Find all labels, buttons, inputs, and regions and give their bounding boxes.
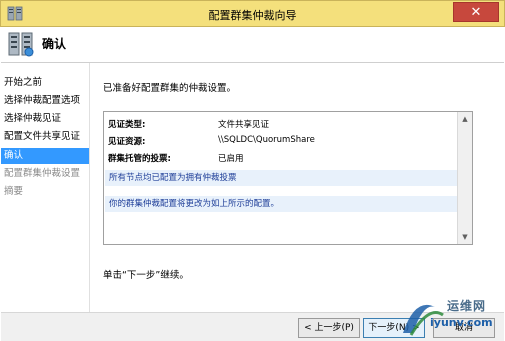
sidebar-item-before-you-begin[interactable]: 开始之前 [1,75,89,91]
wizard-steps-sidebar: 开始之前 选择仲裁配置选项 选择仲裁见证 配置文件共享见证 确认 配置群集仲裁设… [1,63,89,312]
report-value: \\SQLDC\QuorumShare [218,135,315,145]
next-button[interactable]: 下一步(N) > [363,318,425,338]
sidebar-item-select-quorum-option[interactable]: 选择仲裁配置选项 [1,93,89,109]
confirmation-report[interactable]: 见证类型: 文件共享见证 见证资源: \\SQLDC\QuorumShare 群… [103,111,473,245]
report-row-witness-type: 见证类型: 文件共享见证 [108,118,269,130]
intro-text: 已准备好配置群集的仲裁设置。 [103,83,237,94]
report-scrollbar[interactable]: ▲ ▼ [457,112,472,244]
previous-button[interactable]: < 上一步(P) [298,318,360,338]
watermark-text: 运维网 [447,299,487,313]
sidebar-item-confirmation[interactable]: 确认 [1,148,89,164]
sidebar-item-select-quorum-witness[interactable]: 选择仲裁见证 [1,111,89,127]
continue-hint: 单击“下一步”继续。 [103,270,189,281]
sidebar-item-summary: 摘要 [4,186,24,197]
sidebar-item-configure-file-share-witness[interactable]: 配置文件共享见证 [1,129,89,145]
close-button[interactable]: ✕ [453,2,499,22]
main-content: 已准备好配置群集的仲裁设置。 见证类型: 文件共享见证 见证资源: \\SQLD… [89,63,504,312]
page-header: 确认 [1,27,504,62]
report-key: 见证资源: [108,137,146,147]
report-row-witness-resource: 见证资源: \\SQLDC\QuorumShare [108,135,315,147]
report-key: 见证类型: [108,120,146,130]
report-note-node-votes: 所有节点均已配置为拥有仲裁投票 [105,170,457,186]
report-key: 群集托管的投票: [108,154,171,164]
window-title: 配置群集仲裁向导 [208,9,297,22]
scroll-up-arrow-icon[interactable]: ▲ [458,112,472,126]
watermark-url: iyunv.com [430,316,493,329]
report-value: 文件共享见证 [218,120,270,130]
cluster-wizard-icon [8,32,34,57]
scroll-down-arrow-icon[interactable]: ▼ [458,230,472,244]
report-note-config-change: 你的群集仲裁配置将更改为如上所示的配置。 [105,196,457,212]
report-row-cluster-managed-voting: 群集托管的投票: 已启用 [108,152,244,164]
title-bar: 配置群集仲裁向导 ✕ [0,0,505,27]
report-value: 已启用 [218,154,244,164]
wizard-footer: < 上一步(P) 下一步(N) > 取消 [1,312,504,341]
sidebar-item-configure-quorum-settings: 配置群集仲裁设置 [4,168,81,179]
page-title: 确认 [42,37,67,51]
